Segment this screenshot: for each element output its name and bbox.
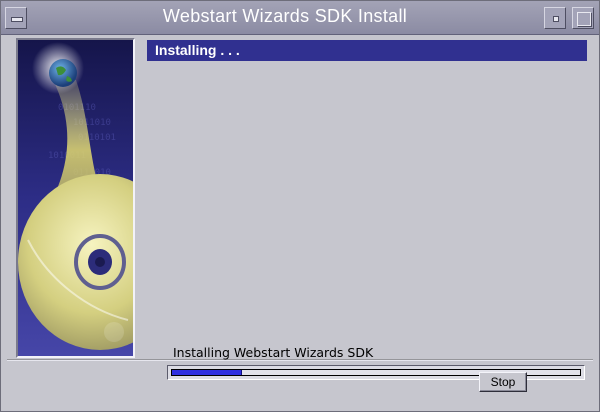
maximize-icon[interactable] — [572, 7, 594, 29]
window-title: Webstart Wizards SDK Install — [162, 6, 408, 26]
minimize-icon[interactable] — [544, 7, 566, 29]
progress-fill — [172, 370, 243, 375]
progress-label: Installing Webstart Wizards SDK — [173, 345, 374, 360]
wizard-content: 0101110 1011010 0110101 1010011 0111010 … — [7, 35, 593, 380]
window-menu-icon[interactable] — [5, 7, 27, 29]
page-header: Installing . . . — [147, 40, 587, 61]
stop-button[interactable]: Stop — [479, 372, 527, 392]
installer-window: Webstart Wizards SDK Install 1011010 011… — [0, 0, 600, 412]
globe-cd-illustration: 0101110 1011010 0110101 1010011 0111010 … — [18, 40, 133, 356]
title-bar[interactable]: Webstart Wizards SDK Install — [1, 1, 599, 35]
wizard-side-image: 0101110 1011010 0110101 1010011 0111010 … — [16, 38, 135, 358]
